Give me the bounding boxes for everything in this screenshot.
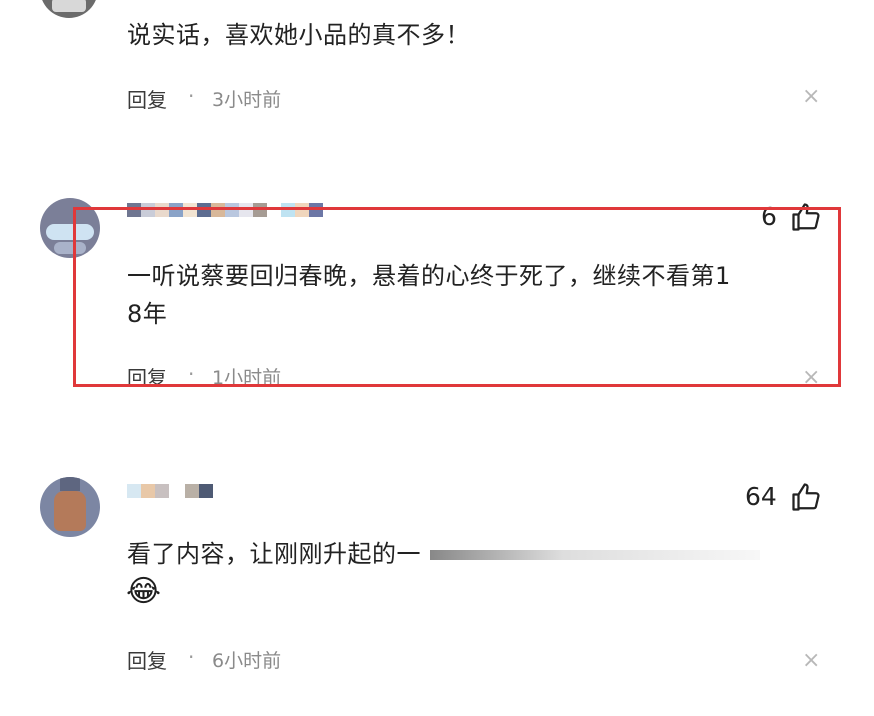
timestamp: 3小时前: [212, 89, 282, 111]
close-icon[interactable]: ×: [802, 648, 820, 673]
comment-text: 说实话，喜欢她小品的真不多！: [127, 21, 470, 49]
thumbs-up-icon[interactable]: [791, 482, 821, 512]
comment-text: 看了内容，让刚刚升起的一: [127, 540, 421, 568]
username-pixelated[interactable]: [127, 484, 213, 498]
laughing-crying-emoji: 😂: [126, 574, 162, 609]
close-icon[interactable]: ×: [802, 84, 820, 109]
reply-button[interactable]: 回复: [127, 84, 167, 113]
timestamp: 6小时前: [212, 650, 282, 672]
separator-dot: ·: [188, 645, 195, 669]
avatar[interactable]: [40, 0, 98, 18]
reply-button[interactable]: 回复: [127, 645, 167, 674]
text-fade-overlay: [430, 550, 760, 560]
highlight-box: [73, 207, 841, 387]
separator-dot: ·: [188, 84, 195, 108]
avatar[interactable]: [40, 477, 100, 537]
like-count: 64: [745, 482, 777, 511]
